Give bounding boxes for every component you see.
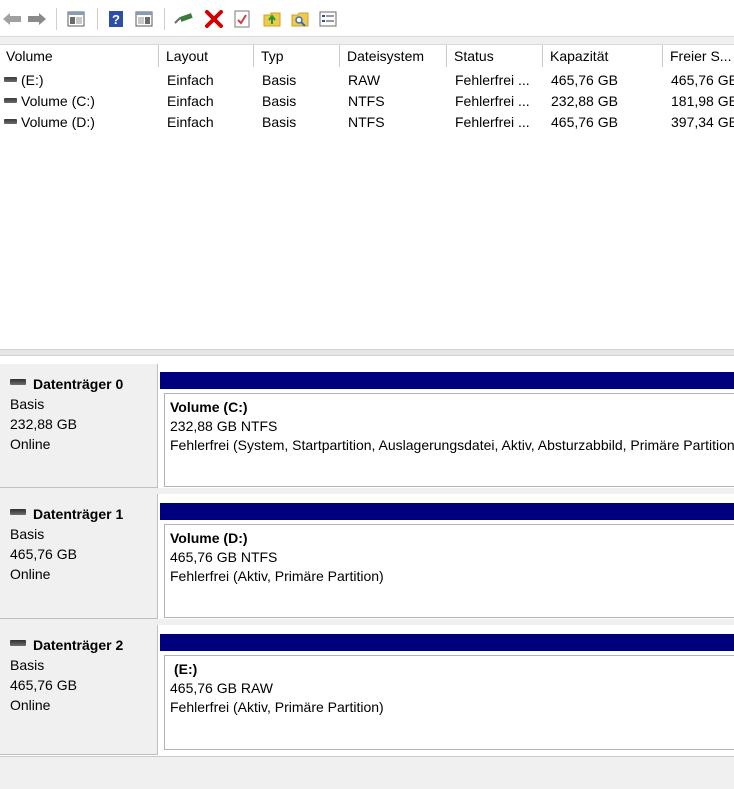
partition-body: (E:) 465,76 GB RAW Fehlerfrei (Aktiv, Pr…	[164, 655, 734, 750]
layout-cell: Einfach	[167, 114, 214, 130]
volume-cell: (E:)	[4, 70, 159, 91]
layout-cell: Einfach	[167, 93, 214, 109]
volume-name: Volume (D:)	[21, 114, 95, 130]
disk-map: Datenträger 0 Basis 232,88 GB Online Vol…	[0, 356, 734, 789]
filesystem-cell: RAW	[348, 72, 381, 88]
partition-header-bar	[160, 503, 734, 520]
partition-status: Fehlerfrei (System, Startpartition, Ausl…	[170, 437, 734, 453]
partition-size-fs: 232,88 GB NTFS	[170, 418, 278, 434]
disk-state: Online	[10, 697, 51, 713]
disk-icon	[10, 379, 26, 386]
disk-size: 465,76 GB	[10, 677, 77, 693]
toolbar-separator	[56, 8, 57, 30]
disk-name: Datenträger 1	[33, 506, 124, 522]
disk-type: Basis	[10, 657, 45, 673]
disk-icon	[10, 640, 26, 647]
partition-status: Fehlerfrei (Aktiv, Primäre Partition)	[170, 699, 384, 715]
partition-title: (E:)	[174, 661, 198, 677]
back-arrow-icon[interactable]	[2, 9, 22, 29]
toolbar-separator	[97, 8, 98, 30]
partition-title: Volume (C:)	[170, 399, 248, 415]
toolbar-separator	[164, 8, 165, 30]
column-header-status[interactable]: Status	[448, 45, 543, 67]
column-header-volume[interactable]: Volume	[0, 45, 159, 67]
disk-0-info[interactable]: Datenträger 0 Basis 232,88 GB Online	[0, 364, 158, 488]
layout-cell: Einfach	[167, 72, 214, 88]
disk-state: Online	[10, 436, 51, 452]
typ-cell: Basis	[262, 93, 297, 109]
disk-map-footer	[0, 756, 734, 789]
connect-disk-icon[interactable]	[174, 9, 194, 29]
partition-status: Fehlerfrei (Aktiv, Primäre Partition)	[170, 568, 384, 584]
disk-size: 465,76 GB	[10, 546, 77, 562]
volume-cell: Volume (C:)	[4, 91, 159, 112]
disk-size: 232,88 GB	[10, 416, 77, 432]
disk-type: Basis	[10, 396, 45, 412]
partition-header-bar	[160, 372, 734, 389]
free-space-cell: 397,34 GB	[671, 114, 734, 130]
partition-body: Volume (C:) 232,88 GB NTFS Fehlerfrei (S…	[164, 393, 734, 487]
free-space-cell: 181,98 GB	[671, 93, 734, 109]
partition-size-fs: 465,76 GB RAW	[170, 680, 273, 696]
column-header-freier-speicher[interactable]: Freier S...	[664, 45, 734, 67]
help-icon[interactable]: ?	[106, 9, 126, 29]
volume-name: Volume (C:)	[21, 93, 95, 109]
delete-icon[interactable]	[204, 9, 224, 29]
disk-state: Online	[10, 566, 51, 582]
forward-arrow-icon[interactable]	[27, 9, 47, 29]
typ-cell: Basis	[262, 72, 297, 88]
checklist-icon[interactable]	[232, 9, 252, 29]
svg-text:?: ?	[112, 12, 120, 27]
capacity-cell: 232,88 GB	[551, 93, 618, 109]
volume-icon	[4, 118, 17, 124]
disk-name: Datenträger 2	[33, 637, 124, 653]
volume-list: (E:) Einfach Basis RAW Fehlerfrei ... 46…	[0, 67, 734, 349]
disk-2-info[interactable]: Datenträger 2 Basis 465,76 GB Online	[0, 625, 158, 755]
column-header-kapazitaet[interactable]: Kapazität	[544, 45, 663, 67]
folder-search-icon[interactable]	[290, 9, 310, 29]
volume-icon	[4, 76, 17, 82]
partition-c[interactable]: Volume (C:) 232,88 GB NTFS Fehlerfrei (S…	[160, 372, 734, 488]
folder-up-icon[interactable]	[262, 9, 282, 29]
disk-name: Datenträger 0	[33, 376, 124, 392]
volume-name: (E:)	[21, 72, 44, 88]
volume-icon	[4, 97, 17, 103]
partition-size-fs: 465,76 GB NTFS	[170, 549, 278, 565]
column-header-typ[interactable]: Typ	[255, 45, 340, 67]
column-header-layout[interactable]: Layout	[160, 45, 254, 67]
filesystem-cell: NTFS	[348, 114, 385, 130]
table-row[interactable]: Volume (C:) Einfach Basis NTFS Fehlerfre…	[0, 91, 734, 112]
status-cell: Fehlerfrei ...	[455, 72, 530, 88]
console-view-icon[interactable]	[66, 9, 86, 29]
status-cell: Fehlerfrei ...	[455, 93, 530, 109]
disk-icon	[10, 509, 26, 516]
column-header-dateisystem[interactable]: Dateisystem	[341, 45, 447, 67]
capacity-cell: 465,76 GB	[551, 114, 618, 130]
table-row[interactable]: Volume (D:) Einfach Basis NTFS Fehlerfre…	[0, 112, 734, 133]
typ-cell: Basis	[262, 114, 297, 130]
filesystem-cell: NTFS	[348, 93, 385, 109]
toolbar: ?	[0, 0, 734, 37]
partition-d[interactable]: Volume (D:) 465,76 GB NTFS Fehlerfrei (A…	[160, 503, 734, 619]
capacity-cell: 465,76 GB	[551, 72, 618, 88]
disk-1-info[interactable]: Datenträger 1 Basis 465,76 GB Online	[0, 494, 158, 619]
free-space-cell: 465,76 GB	[671, 72, 734, 88]
volume-list-header: Volume Layout Typ Dateisystem Status Kap…	[0, 44, 734, 68]
disk-type: Basis	[10, 526, 45, 542]
pane-splitter[interactable]	[0, 349, 734, 356]
volume-cell: Volume (D:)	[4, 112, 159, 133]
partition-e[interactable]: (E:) 465,76 GB RAW Fehlerfrei (Aktiv, Pr…	[160, 634, 734, 756]
properties-icon[interactable]	[318, 9, 338, 29]
status-cell: Fehlerfrei ...	[455, 114, 530, 130]
show-hide-action-pane-icon[interactable]	[134, 9, 154, 29]
partition-title: Volume (D:)	[170, 530, 248, 546]
table-row[interactable]: (E:) Einfach Basis RAW Fehlerfrei ... 46…	[0, 70, 734, 91]
partition-header-bar	[160, 634, 734, 651]
partition-body: Volume (D:) 465,76 GB NTFS Fehlerfrei (A…	[164, 524, 734, 618]
